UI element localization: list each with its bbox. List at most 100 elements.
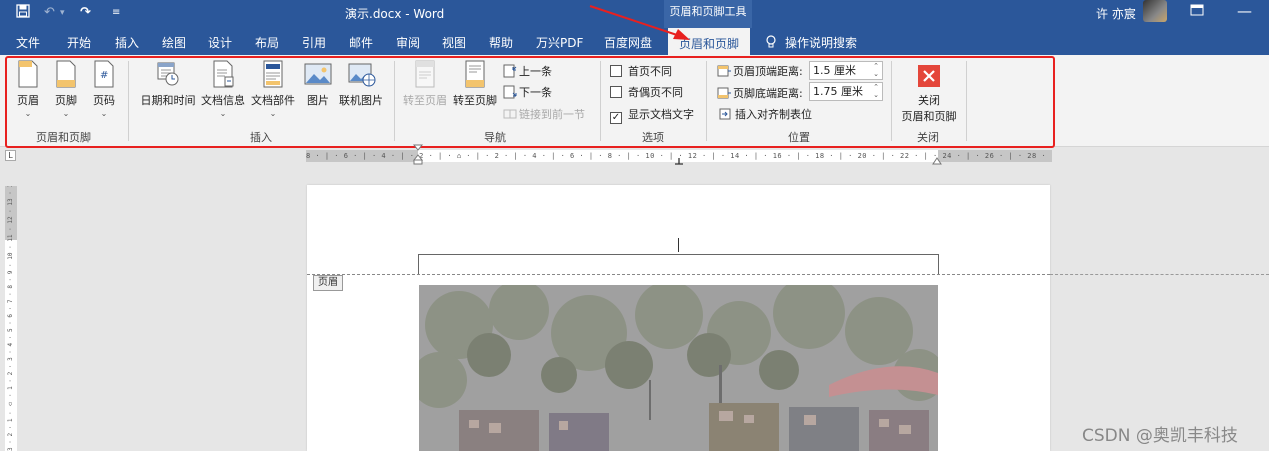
watermark: CSDN @奥凯丰科技: [1082, 426, 1238, 446]
different-odd-even-checkbox[interactable]: 奇偶页不同: [610, 84, 683, 100]
quick-parts-icon: [263, 60, 283, 88]
spin-arrows-icon[interactable]: ⌃ ⌄: [873, 62, 879, 78]
doc-info-button[interactable]: 文档信息 ⌄: [201, 60, 245, 118]
different-first-page-checkbox[interactable]: 首页不同: [610, 63, 672, 79]
link-icon: [503, 109, 517, 119]
ribbon-display-icon[interactable]: [1190, 4, 1204, 20]
right-indent-marker-icon[interactable]: [932, 156, 944, 166]
redo-icon[interactable]: ↷: [80, 4, 91, 22]
tab-layout[interactable]: 布局: [255, 34, 279, 51]
picture-button[interactable]: 图片: [304, 60, 332, 108]
document-photo[interactable]: [419, 285, 938, 451]
group-label-close: 关闭: [917, 131, 939, 144]
tell-me-search[interactable]: 操作说明搜索: [765, 34, 857, 51]
doc-parts-button[interactable]: 文档部件 ⌄: [251, 60, 295, 118]
tab-design[interactable]: 设计: [208, 34, 232, 51]
group-label-navigation: 导航: [484, 131, 506, 144]
insert-alignment-tab-button[interactable]: 插入对齐制表位: [719, 106, 812, 122]
tab-mailings[interactable]: 邮件: [349, 34, 373, 51]
footer-bottom-distance-label: 页脚底端距离:: [717, 85, 803, 101]
user-name[interactable]: 许 亦宸: [1096, 5, 1136, 22]
tab-view[interactable]: 视图: [442, 34, 466, 51]
alignment-tab-icon: [719, 108, 731, 120]
tab-insert[interactable]: 插入: [115, 34, 139, 51]
link-previous-button[interactable]: 链接到前一节: [503, 106, 585, 122]
previous-button[interactable]: 上一条: [503, 63, 552, 79]
header-right-border: [938, 254, 939, 274]
spin-arrows-icon[interactable]: ⌃ ⌄: [873, 83, 879, 99]
header-position-icon: [717, 65, 731, 77]
undo-dropdown-icon[interactable]: ▾: [60, 4, 65, 22]
lightbulb-icon: [766, 35, 776, 48]
window-title: 演示.docx - Word: [345, 7, 445, 21]
customize-qat-icon[interactable]: ≡: [112, 4, 120, 22]
online-picture-icon: [348, 63, 376, 87]
group-separator: [128, 61, 129, 141]
previous-section-icon: [503, 64, 517, 78]
tab-draw[interactable]: 绘图: [162, 34, 186, 51]
header-top-distance-label: 页眉顶端距离:: [717, 63, 803, 79]
svg-text:#: #: [100, 70, 108, 81]
minimize-icon[interactable]: —: [1237, 2, 1252, 20]
tab-wondershare-pdf[interactable]: 万兴PDF: [536, 34, 583, 51]
tab-review[interactable]: 审阅: [396, 34, 420, 51]
checkbox-unchecked[interactable]: [610, 65, 622, 77]
annotation-arrow-icon: [589, 5, 690, 40]
page-number-button[interactable]: # 页码 ⌄: [90, 60, 118, 118]
header-top-distance-input[interactable]: 1.5 厘米 ⌃ ⌄: [809, 61, 883, 80]
footer-icon: [56, 60, 76, 88]
save-icon[interactable]: [16, 4, 30, 22]
next-button[interactable]: 下一条: [503, 84, 552, 100]
show-document-text-checkbox[interactable]: ✓ 显示文档文字: [610, 106, 694, 124]
group-separator: [966, 61, 967, 141]
footer-button[interactable]: 页脚 ⌄: [52, 60, 80, 118]
tab-selector-icon[interactable]: L: [5, 150, 16, 161]
close-icon: [918, 65, 940, 87]
tab-help[interactable]: 帮助: [489, 34, 513, 51]
page-number-icon: #: [94, 60, 114, 88]
group-separator: [891, 61, 892, 141]
next-section-icon: [503, 85, 517, 99]
tab-references[interactable]: 引用: [302, 34, 326, 51]
text-cursor: [678, 238, 679, 252]
header-left-border: [418, 254, 419, 274]
header-tag: 页眉: [313, 275, 343, 291]
indent-marker-icon[interactable]: [413, 144, 425, 166]
tab-home[interactable]: 开始: [67, 34, 91, 51]
group-label-options: 选项: [642, 131, 664, 144]
header-top-border: [418, 254, 939, 255]
close-header-footer-button[interactable]: 关闭 页眉和页脚: [900, 60, 958, 124]
header-icon: [18, 60, 38, 88]
undo-icon[interactable]: ↶: [44, 4, 55, 22]
vertical-ruler-ticks: 3 · 2 · 1 · ⌂ · 1 · 2 · 3 · 4 · 5 · 6 · …: [7, 186, 14, 451]
goto-header-button[interactable]: 转至页眉: [403, 60, 447, 108]
tell-me-label: 操作说明搜索: [785, 36, 858, 50]
tab-file[interactable]: 文件: [16, 34, 40, 51]
footer-position-icon: [717, 87, 731, 99]
picture-icon: [304, 63, 332, 85]
goto-footer-icon: [465, 60, 485, 88]
word-window: ↶ ▾ ↷ ≡ 演示.docx - Word 页眉和页脚工具 许 亦宸 — 文件…: [0, 0, 1269, 451]
group-label-header-footer: 页眉和页脚: [36, 131, 91, 144]
checkbox-unchecked[interactable]: [610, 86, 622, 98]
header-separator-line-ext: [1050, 274, 1269, 275]
ribbon: 页眉 ⌄ 页脚 ⌄ # 页码 ⌄ 页眉和页脚 日期和时间 文档信息 ⌄ 文档部件 ⌄ 图片: [0, 55, 1269, 147]
header-separator-line: [307, 274, 1050, 275]
checkmark-icon[interactable]: ✓: [610, 112, 622, 124]
avatar[interactable]: [1143, 0, 1167, 22]
calendar-clock-icon: [157, 62, 179, 86]
document-info-icon: [213, 60, 234, 88]
goto-header-icon: [415, 60, 435, 88]
goto-footer-button[interactable]: 转至页脚: [453, 60, 497, 108]
header-button[interactable]: 页眉 ⌄: [14, 60, 42, 118]
center-tab-stop-icon[interactable]: [674, 156, 684, 166]
group-label-position: 位置: [788, 131, 810, 144]
photo-image: [419, 285, 938, 451]
group-label-insert: 插入: [250, 131, 272, 144]
online-picture-button[interactable]: 联机图片: [339, 60, 383, 108]
group-separator: [600, 61, 601, 141]
date-time-button[interactable]: 日期和时间: [140, 60, 196, 108]
group-separator: [706, 61, 707, 141]
footer-bottom-distance-input[interactable]: 1.75 厘米 ⌃ ⌄: [809, 82, 883, 101]
group-separator: [394, 61, 395, 141]
